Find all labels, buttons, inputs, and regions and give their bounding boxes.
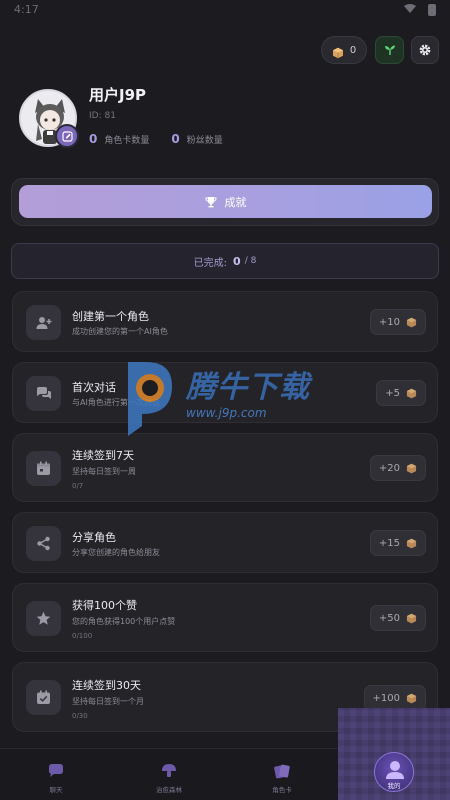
status-time: 4:17 — [14, 3, 39, 16]
nav-forest[interactable]: 治愈森林 — [124, 749, 214, 800]
calendar-icon — [26, 451, 61, 486]
nav-me-label: 我的 — [387, 782, 401, 790]
achievement-desc: 与AI角色进行第一次对话 — [72, 398, 160, 407]
sprout-icon — [384, 45, 395, 55]
chat-bubble-icon — [49, 764, 63, 777]
achievement-title: 获得100个赞 — [72, 599, 137, 612]
edit-profile-button[interactable] — [55, 124, 79, 148]
chat-icon — [26, 376, 61, 411]
wifi-icon — [404, 4, 416, 13]
profile-page: 4:17 0 用户J9P ID: 81 0 角色卡数量 0 粉丝数量 成就 已完… — [0, 0, 450, 800]
achievement-card[interactable]: 分享角色 分享您创建的角色给朋友 +15 — [12, 512, 438, 573]
completed-counter: 已完成: 0 / 8 — [11, 243, 439, 279]
achievements-label: 成就 — [224, 195, 247, 209]
achievement-desc: 成功创建您的第一个AI角色 — [72, 327, 168, 336]
reward-points: +20 — [378, 462, 400, 474]
fans-count: 0 — [171, 132, 180, 146]
achievement-reward: +50 — [369, 605, 426, 631]
character-count-label: 角色卡数量 — [104, 135, 150, 146]
nav-character-cards-label: 角色卡 — [272, 786, 292, 794]
achievement-desc: 您的角色获得100个用户点赞 — [72, 617, 176, 626]
completed-label: 已完成: — [193, 257, 228, 269]
share-icon — [26, 526, 61, 561]
star-icon — [26, 601, 61, 636]
gear-icon — [419, 44, 431, 56]
profile-stats: 0 角色卡数量 0 粉丝数量 — [89, 132, 245, 146]
coin-box-icon — [332, 44, 344, 59]
settings-button[interactable] — [411, 36, 439, 64]
status-bar: 4:17 — [0, 0, 450, 22]
achievement-reward: +5 — [376, 380, 426, 406]
achievement-title: 创建第一个角色 — [72, 310, 149, 323]
achievement-title: 首次对话 — [72, 381, 116, 394]
nav-chat[interactable]: 聊天 — [11, 749, 101, 800]
achievement-progress: 0/100 — [72, 632, 93, 640]
add-user-icon — [26, 305, 61, 340]
nav-forest-label: 治愈森林 — [156, 786, 182, 794]
reward-points: +15 — [378, 537, 400, 549]
battery-icon — [428, 4, 436, 16]
achievement-card[interactable]: 首次对话 与AI角色进行第一次对话 +5 — [12, 362, 438, 423]
reward-points: +5 — [385, 387, 400, 399]
username: 用户J9P — [89, 86, 147, 104]
character-count: 0 — [89, 132, 98, 146]
coin-box-icon — [406, 613, 417, 623]
calendar-check-icon — [26, 680, 61, 715]
coin-box-icon — [406, 463, 417, 473]
reward-points: +100 — [372, 692, 400, 704]
achievement-card[interactable]: 获得100个赞 您的角色获得100个用户点赞 0/100 +50 — [12, 583, 438, 652]
achievement-title: 连续签到30天 — [72, 679, 141, 692]
achievement-reward: +15 — [369, 530, 426, 556]
coin-box-icon — [406, 693, 417, 703]
completed-total: / 8 — [244, 256, 257, 266]
achievement-progress: 0/7 — [72, 482, 84, 490]
forest-button[interactable] — [375, 36, 404, 64]
achievement-reward: +10 — [369, 309, 426, 335]
nav-chat-label: 聊天 — [49, 786, 63, 794]
achievement-title: 连续签到7天 — [72, 449, 134, 462]
coin-box-icon — [406, 538, 417, 548]
achievement-title: 分享角色 — [72, 531, 116, 544]
coin-box-icon — [406, 388, 417, 398]
edit-icon — [61, 130, 73, 142]
nav-character-cards[interactable]: 角色卡 — [237, 749, 327, 800]
achievements-button[interactable]: 成就 — [19, 185, 432, 218]
user-id: ID: 81 — [89, 111, 116, 121]
reward-points: +50 — [378, 612, 400, 624]
cards-icon — [274, 764, 290, 779]
achievement-reward: +20 — [369, 455, 426, 481]
mushroom-icon — [162, 764, 176, 777]
achievement-desc: 分享您创建的角色给朋友 — [72, 548, 160, 557]
fans-count-label: 粉丝数量 — [186, 135, 223, 146]
trophy-icon — [204, 196, 217, 207]
achievement-card[interactable]: 连续签到7天 坚持每日签到一周 0/7 +20 — [12, 433, 438, 502]
achievement-card[interactable]: 创建第一个角色 成功创建您的第一个AI角色 +10 — [12, 291, 438, 352]
achievement-desc: 坚持每日签到一个月 — [72, 697, 144, 706]
reward-points: +10 — [378, 316, 400, 328]
achievement-progress: 0/30 — [72, 712, 88, 720]
coin-balance-button[interactable]: 0 — [321, 36, 367, 64]
completed-count: 0 — [233, 254, 241, 268]
coin-box-icon — [406, 317, 417, 327]
coin-count: 0 — [349, 44, 357, 56]
achievement-desc: 坚持每日签到一周 — [72, 467, 136, 476]
